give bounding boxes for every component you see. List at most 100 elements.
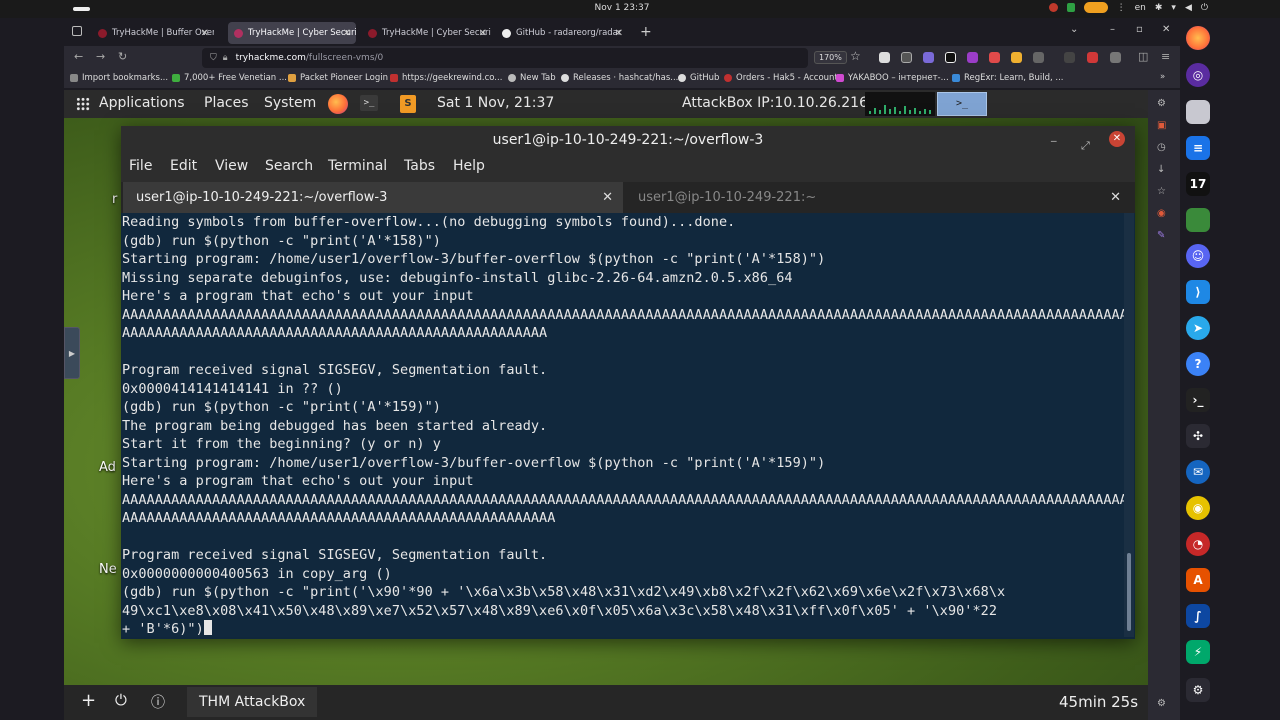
record-icon[interactable] [1048, 3, 1058, 12]
panel-datetime[interactable]: Sat 1 Nov, 21:37 [437, 95, 554, 111]
firefox-icon[interactable] [1186, 26, 1210, 50]
terminal-output[interactable]: Reading symbols from buffer-overflow...(… [122, 213, 1124, 637]
new-tab-icon[interactable]: + [640, 24, 652, 40]
files-icon[interactable] [1186, 100, 1210, 124]
power-icon[interactable]: ⏻ [115, 691, 127, 709]
extension-shield-icon[interactable] [967, 52, 978, 63]
settings-gear-icon[interactable]: ⚙ [1186, 678, 1210, 702]
sidebar-settings-icon[interactable]: ⚙ [1157, 698, 1166, 709]
download-icon[interactable]: ↓ [1157, 164, 1165, 175]
firefox-launcher-icon[interactable] [328, 94, 348, 114]
minimize-window-icon[interactable]: – [1110, 24, 1115, 35]
account-icon[interactable]: ◫ [1138, 50, 1148, 63]
terminal-scroll-thumb[interactable] [1127, 553, 1131, 631]
browser-tab-2[interactable]: TryHackMe | Cyber Securi ✕ [228, 22, 356, 44]
add-icon[interactable]: + [81, 690, 96, 711]
extension-purple-icon[interactable] [923, 52, 934, 63]
extension-m-icon[interactable] [879, 52, 890, 63]
pen-icon[interactable]: ✎ [1157, 230, 1165, 241]
close-terminal-tab-icon[interactable]: ✕ [602, 182, 613, 213]
battery-pill-icon[interactable] [1083, 2, 1108, 13]
telegram-icon[interactable]: ➤ [1186, 316, 1210, 340]
keyboard-language[interactable]: en [1135, 3, 1146, 13]
robot-icon[interactable]: ✣ [1186, 424, 1210, 448]
bookmark-item[interactable]: YAKABOO – інтернет-... [836, 73, 949, 83]
menu-terminal[interactable]: Terminal [328, 158, 387, 174]
close-tab-icon[interactable]: ✕ [343, 28, 351, 39]
terminal-scrollbar[interactable] [1124, 213, 1134, 637]
menu-tabs[interactable]: Tabs [404, 158, 435, 174]
extension-puzzle-icon[interactable] [901, 52, 912, 63]
terminal-input-line[interactable]: + 'B'*6)") [122, 620, 212, 637]
menu-tray-icon[interactable]: ⋮ [1117, 3, 1126, 13]
browser-tab-1[interactable]: TryHackMe | Buffer Overfl ✕ [92, 22, 214, 44]
extension-dot-icon[interactable] [1064, 52, 1075, 63]
terminal-window[interactable]: user1@ip-10-10-249-221:~/overflow-3 ‾ ⤢ … [121, 126, 1135, 639]
appstore-icon[interactable]: A [1186, 568, 1210, 592]
system-menu[interactable]: System [264, 95, 316, 111]
menu-view[interactable]: View [215, 158, 248, 174]
settings-icon[interactable]: ⚙ [1157, 98, 1166, 109]
close-tab-icon[interactable]: ✕ [201, 28, 209, 39]
tracking-shield-icon[interactable]: ⛉ [210, 53, 217, 63]
menu-edit[interactable]: Edit [170, 158, 197, 174]
attackbox-desktop[interactable]: Applications Places System >_ S Sat 1 No… [64, 90, 1148, 720]
extension-red-icon[interactable] [1087, 52, 1098, 63]
browser-tab-3[interactable]: TryHackMe | Cyber Securi ✕ [362, 22, 492, 44]
volume-icon[interactable]: ◀ [1185, 3, 1192, 13]
zoom-level[interactable]: 170% [814, 51, 847, 64]
browser-tab-4[interactable]: GitHub - radareorg/radar ✕ [496, 22, 628, 44]
forward-icon[interactable]: → [96, 50, 105, 63]
history-icon[interactable]: ◷ [1157, 142, 1166, 153]
bookmark-item[interactable]: Releases · hashcat/has... [561, 73, 678, 83]
flash-icon[interactable]: ⚡ [1186, 640, 1210, 664]
extension-sidebar-icon[interactable]: ◉ [1157, 208, 1166, 219]
terminal-tab-overflow-3[interactable]: user1@ip-10-10-249-221:~/overflow-3 ✕ [123, 182, 623, 213]
bookmark-item[interactable]: RegExr: Learn, Build, ... [952, 73, 1063, 83]
terminal-title-bar[interactable]: user1@ip-10-10-249-221:~/overflow-3 ‾ ⤢ … [121, 126, 1135, 154]
sublime-launcher-icon[interactable]: S [400, 95, 416, 113]
wireshark-icon[interactable]: ∫ [1186, 604, 1210, 628]
extension-badge-icon[interactable] [989, 52, 1000, 63]
accessibility-icon[interactable]: ✱ [1155, 3, 1163, 13]
desktop-icon-label[interactable]: r [112, 192, 117, 207]
terminal-icon[interactable]: ›_ [1186, 388, 1210, 412]
rhythmbox-icon[interactable]: ◉ [1186, 496, 1210, 520]
bookmark-item[interactable]: Packet Pioneer Login [288, 73, 388, 83]
bookmark-item[interactable]: GitHub [678, 73, 719, 83]
vscode-icon[interactable]: ⟩ [1186, 280, 1210, 304]
shield-tray-icon[interactable] [1066, 3, 1075, 12]
power-icon[interactable]: ⏻ [1201, 3, 1208, 13]
bookmark-item[interactable]: 7,000+ Free Venetian ... [172, 73, 287, 83]
terminal-close-icon[interactable]: ✕ [1109, 131, 1125, 147]
wifi-icon[interactable]: ▾ [1171, 3, 1176, 13]
extension-yellow-icon[interactable] [1011, 52, 1022, 63]
bookmark-item[interactable]: New Tab [508, 73, 556, 83]
terminal-tab-home[interactable]: user1@ip-10-10-249-221:~ ✕ [625, 182, 1131, 213]
bookmark-star-icon[interactable]: ☆ [850, 49, 861, 63]
extension-cal-icon[interactable] [1110, 52, 1121, 63]
close-window-icon[interactable]: ✕ [1162, 24, 1170, 35]
discord-icon[interactable]: ☺ [1186, 244, 1210, 268]
menu-help[interactable]: Help [453, 158, 485, 174]
extension-square-icon[interactable] [945, 52, 956, 63]
desktop-icon-label[interactable]: Ne [99, 562, 117, 577]
bookmark-item[interactable]: Import bookmarks... [70, 73, 168, 83]
applications-grid-icon[interactable] [76, 97, 90, 111]
lock-icon[interactable]: 🔒︎ [223, 53, 228, 63]
close-tab-icon[interactable]: ✕ [479, 28, 487, 39]
info-icon[interactable]: ⓘ [151, 692, 165, 712]
desktop-icon-label[interactable]: Ad [99, 460, 116, 475]
bookmarks-star-icon[interactable]: ☆ [1157, 186, 1166, 197]
disk-icon[interactable]: ◔ [1186, 532, 1210, 556]
bookmark-item[interactable]: Orders - Hak5 - Account [724, 73, 838, 83]
close-tab-icon[interactable]: ✕ [615, 28, 623, 39]
terminal-launcher-icon[interactable]: >_ [360, 95, 378, 111]
places-menu[interactable]: Places [204, 95, 249, 111]
thunderbird-icon[interactable]: ✉ [1186, 460, 1210, 484]
menu-search[interactable]: Search [265, 158, 313, 174]
url-bar[interactable]: ⛉ 🔒︎ tryhackme.com/fullscreen-vms/0 [202, 48, 808, 68]
tab-list-icon[interactable] [72, 26, 82, 36]
thm-attackbox-button[interactable]: THM AttackBox [187, 687, 318, 717]
menu-file[interactable]: File [129, 158, 152, 174]
